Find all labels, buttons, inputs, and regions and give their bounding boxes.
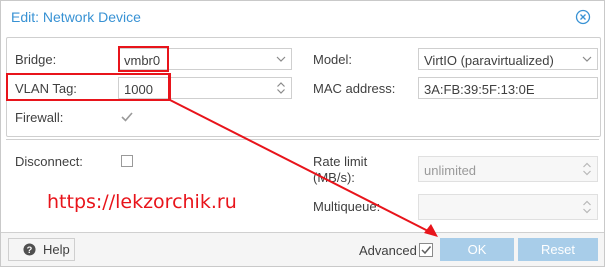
annotation-arrow — [169, 99, 438, 237]
